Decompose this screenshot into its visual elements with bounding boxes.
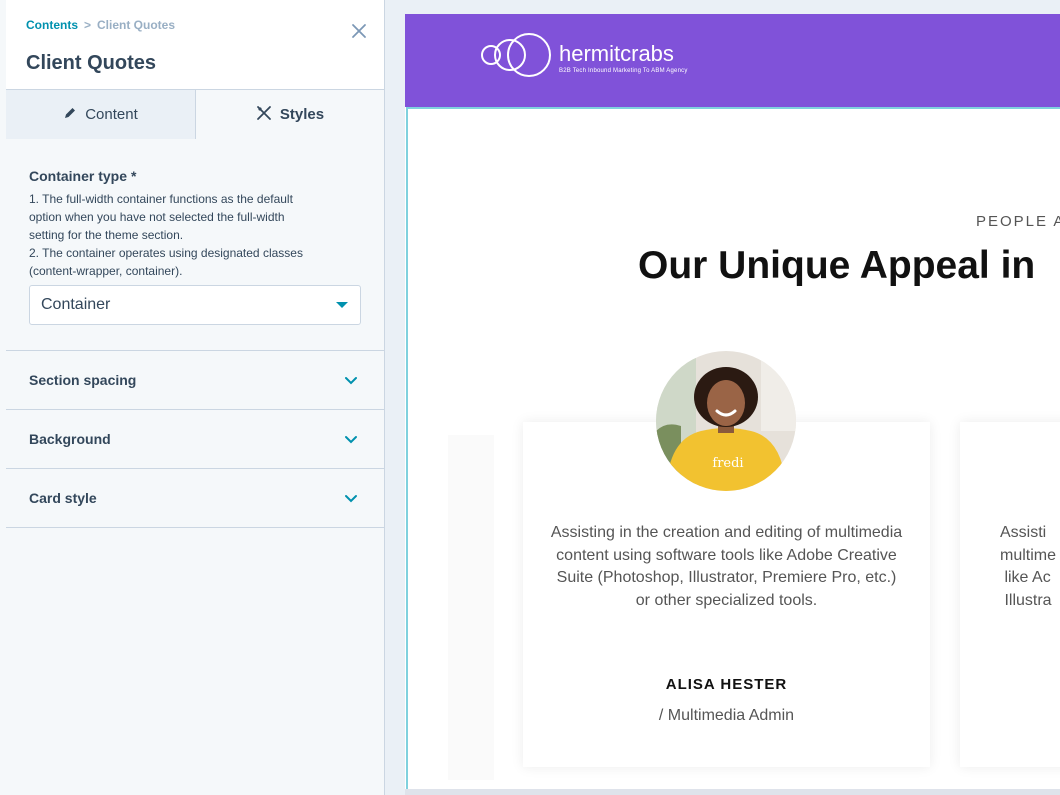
page-preview: hermitcrabs B2B Tech Inbound Marketing T… xyxy=(385,0,1060,795)
panel-header: Contents > Client Quotes Client Quotes xyxy=(6,0,384,90)
breadcrumb-current: Client Quotes xyxy=(97,18,176,32)
site-header: hermitcrabs B2B Tech Inbound Marketing T… xyxy=(405,14,1060,107)
section-headline: Our Unique Appeal in xyxy=(638,244,1036,287)
editor-panel: Contents > Client Quotes Client Quotes Con… xyxy=(0,0,385,795)
help-line: 1. The full-width container functions as… xyxy=(29,192,293,206)
person-name: ALISA HESTER xyxy=(665,676,788,693)
help-line: option when you have not selected the fu… xyxy=(29,210,285,224)
logo-text: hermitcrabs B2B Tech Inbound Marketing T… xyxy=(559,40,688,74)
chevron-down-icon xyxy=(344,494,358,503)
styles-body: Container type * 1. The full-width contai… xyxy=(6,140,384,528)
tab-content[interactable]: Content xyxy=(6,90,196,139)
brand-logo[interactable]: hermitcrabs B2B Tech Inbound Marketing T… xyxy=(480,32,688,85)
section-eyebrow: PEOPLE A xyxy=(976,213,1060,230)
container-type-value: Container xyxy=(41,296,111,313)
chevron-down-icon xyxy=(344,376,358,385)
next-quote-text: Assisti multime like Ac Illustra xyxy=(1000,524,1057,609)
tab-content-label: Content xyxy=(85,106,138,123)
client-quotes-section[interactable]: PEOPLE A Our Unique Appeal in fredi Assi… xyxy=(406,107,1060,795)
container-type-label-text: Container type xyxy=(29,168,128,184)
accordion-section-spacing[interactable]: Section spacing xyxy=(6,351,384,410)
breadcrumb-contents-link[interactable]: Contents xyxy=(26,18,78,32)
breadcrumb: Contents > Client Quotes xyxy=(26,18,175,32)
person-role: / Multimedia Admin xyxy=(658,707,795,724)
previous-card xyxy=(448,435,494,780)
panel-tabs: Content Styles xyxy=(6,90,384,139)
caret-down-icon xyxy=(336,302,348,308)
accordion-card-style[interactable]: Card style xyxy=(6,469,384,528)
accordion-label: Card style xyxy=(29,490,97,506)
accordion-background[interactable]: Background xyxy=(6,410,384,469)
container-type-select[interactable]: Container xyxy=(29,285,361,325)
tab-styles-label: Styles xyxy=(279,106,325,123)
horizontal-scrollbar[interactable] xyxy=(405,789,1060,795)
sweater-text: fredi xyxy=(712,456,743,471)
required-mark: * xyxy=(131,168,137,184)
quote-text: Assisting in the creation and editing of… xyxy=(550,524,903,609)
preview-frame: hermitcrabs B2B Tech Inbound Marketing T… xyxy=(405,14,1060,795)
avatar: fredi xyxy=(656,351,796,491)
help-line: setting for the theme section. xyxy=(29,228,184,242)
quote-card: fredi Assisting in the creation and edit… xyxy=(523,351,930,767)
accordion-label: Background xyxy=(29,431,111,447)
accordion-label: Section spacing xyxy=(29,372,137,388)
container-type-label: Container type * xyxy=(29,168,361,184)
container-type-field: Container type * 1. The full-width contai… xyxy=(6,140,384,351)
logo-rings-icon xyxy=(480,32,552,85)
container-type-help: 1. The full-width container functions as… xyxy=(29,190,361,280)
breadcrumb-separator: > xyxy=(84,18,92,32)
brand-name: hermitcrabs xyxy=(559,40,674,66)
pencil-icon xyxy=(63,106,77,124)
help-line: 2. The container operates using designat… xyxy=(29,246,303,260)
brand-tagline: B2B Tech Inbound Marketing To ABM Agency xyxy=(559,67,688,74)
panel-title: Client Quotes xyxy=(26,52,157,74)
help-line: (content-wrapper, container). xyxy=(29,264,183,278)
tab-styles[interactable]: Styles xyxy=(196,90,384,139)
next-quote-card: Assisti multime like Ac Illustra xyxy=(960,422,1060,767)
chevron-down-icon xyxy=(344,435,358,444)
close-icon[interactable] xyxy=(348,20,370,42)
styles-icon xyxy=(256,105,272,125)
